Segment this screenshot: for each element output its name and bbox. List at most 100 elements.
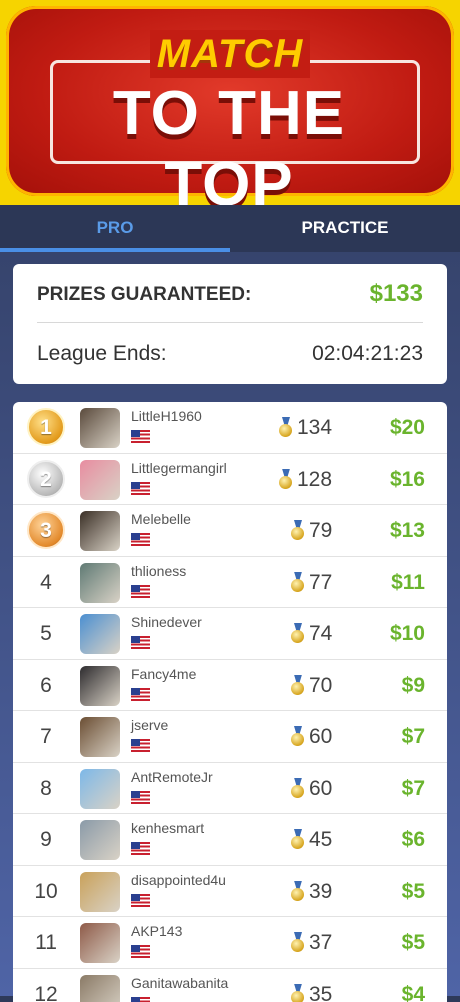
leaderboard-row[interactable]: 6 Fancy4me 70 $9	[13, 660, 447, 712]
gold-medal-icon: 1	[27, 408, 65, 446]
leaderboard-row[interactable]: 2Littlegermangirl128$16	[13, 454, 447, 506]
prize-amount: $9	[402, 660, 425, 711]
tab-pro[interactable]: PRO	[0, 205, 230, 252]
username: AKP143	[131, 923, 182, 939]
us-flag-icon	[131, 636, 150, 649]
prize-amount: $7	[402, 711, 425, 762]
medal-score-icon	[279, 417, 293, 437]
leaderboard: 1LittleH1960134$202Littlegermangirl128$1…	[13, 402, 447, 1002]
username: jserve	[131, 717, 168, 733]
username: kenhesmart	[131, 820, 204, 836]
score: 60	[309, 711, 332, 762]
us-flag-icon	[131, 430, 150, 443]
us-flag-icon	[131, 739, 150, 752]
score: 70	[309, 660, 332, 711]
rank-number: 5	[29, 608, 63, 659]
prize-amount: $16	[390, 454, 425, 505]
medal-score-icon	[279, 469, 293, 489]
us-flag-icon	[131, 894, 150, 907]
banner-title: TO THE TOP	[44, 78, 414, 220]
username: Fancy4me	[131, 666, 196, 682]
leaderboard-row[interactable]: 3 Melebelle 79 $13	[13, 505, 447, 557]
username: AntRemoteJr	[131, 769, 213, 785]
score: 35	[309, 969, 332, 1002]
avatar[interactable]	[80, 769, 120, 809]
prize-amount: $5	[402, 866, 425, 917]
medal-score-icon	[291, 778, 305, 798]
prizes-guaranteed-value: $133	[370, 280, 423, 308]
leaderboard-row[interactable]: 8AntRemoteJr60$7	[13, 763, 447, 815]
leaderboard-row[interactable]: 10disappointed4u39$5	[13, 866, 447, 918]
prize-amount: $4	[402, 969, 425, 1002]
rank-number: 4	[29, 557, 63, 608]
prize-amount: $10	[390, 608, 425, 659]
score: 37	[309, 917, 332, 968]
leaderboard-row[interactable]: 4 thlioness 77 $11	[13, 557, 447, 609]
score: 60	[309, 763, 332, 814]
score: 128	[297, 454, 332, 505]
avatar[interactable]	[80, 923, 120, 963]
league-tabs: PRO PRACTICE	[0, 205, 460, 252]
leaderboard-row[interactable]: 1LittleH1960134$20	[13, 402, 447, 454]
medal-score-icon	[291, 829, 305, 849]
silver-medal-icon: 2	[27, 460, 65, 498]
avatar[interactable]	[80, 511, 120, 551]
league-ends-timer: 02:04:21:23	[312, 342, 423, 366]
medal-score-icon	[291, 623, 305, 643]
prize-amount: $7	[402, 763, 425, 814]
score: 39	[309, 866, 332, 917]
score: 45	[309, 814, 332, 865]
medal-score-icon	[291, 572, 305, 592]
score: 77	[309, 557, 332, 608]
rank-number: 7	[29, 711, 63, 762]
medal-score-icon	[291, 984, 305, 1002]
us-flag-icon	[131, 533, 150, 546]
rank-number: 6	[29, 660, 63, 711]
prize-amount: $6	[402, 814, 425, 865]
medal-score-icon	[291, 932, 305, 952]
header-banner: MATCH TO THE TOP	[0, 0, 460, 205]
league-ends-label: League Ends:	[37, 342, 167, 366]
avatar[interactable]	[80, 666, 120, 706]
medal-score-icon	[291, 726, 305, 746]
avatar[interactable]	[80, 975, 120, 1002]
tab-practice[interactable]: PRACTICE	[230, 205, 460, 252]
banner-match-text: MATCH	[0, 32, 460, 77]
avatar[interactable]	[80, 563, 120, 603]
leaderboard-row[interactable]: 5Shinedever74$10	[13, 608, 447, 660]
leaderboard-row[interactable]: 7 jserve 60 $7	[13, 711, 447, 763]
leaderboard-row[interactable]: 9 kenhesmart 45 $6	[13, 814, 447, 866]
prize-amount: $13	[390, 505, 425, 556]
score: 134	[297, 402, 332, 453]
divider	[37, 322, 423, 323]
prize-amount: $5	[402, 917, 425, 968]
rank-number: 11	[29, 917, 63, 968]
rank-number: 9	[29, 814, 63, 865]
username: disappointed4u	[131, 872, 226, 888]
avatar[interactable]	[80, 408, 120, 448]
us-flag-icon	[131, 688, 150, 701]
us-flag-icon	[131, 997, 150, 1002]
bronze-medal-icon: 3	[27, 511, 65, 549]
rank-number: 12	[29, 969, 63, 1002]
leaderboard-row[interactable]: 12 Ganitawabanita 35 $4	[13, 969, 447, 1002]
avatar[interactable]	[80, 872, 120, 912]
avatar[interactable]	[80, 820, 120, 860]
username: LittleH1960	[131, 408, 202, 424]
medal-score-icon	[291, 520, 305, 540]
us-flag-icon	[131, 842, 150, 855]
prize-card: PRIZES GUARANTEED: $133 League Ends: 02:…	[13, 264, 447, 384]
us-flag-icon	[131, 482, 150, 495]
prize-amount: $11	[391, 557, 425, 608]
avatar[interactable]	[80, 614, 120, 654]
prizes-guaranteed-label: PRIZES GUARANTEED:	[37, 284, 251, 306]
username: thlioness	[131, 563, 186, 579]
leaderboard-row[interactable]: 11 AKP143 37 $5	[13, 917, 447, 969]
score: 79	[309, 505, 332, 556]
avatar[interactable]	[80, 460, 120, 500]
medal-score-icon	[291, 675, 305, 695]
score: 74	[309, 608, 332, 659]
username: Melebelle	[131, 511, 191, 527]
avatar[interactable]	[80, 717, 120, 757]
username: Ganitawabanita	[131, 975, 228, 991]
